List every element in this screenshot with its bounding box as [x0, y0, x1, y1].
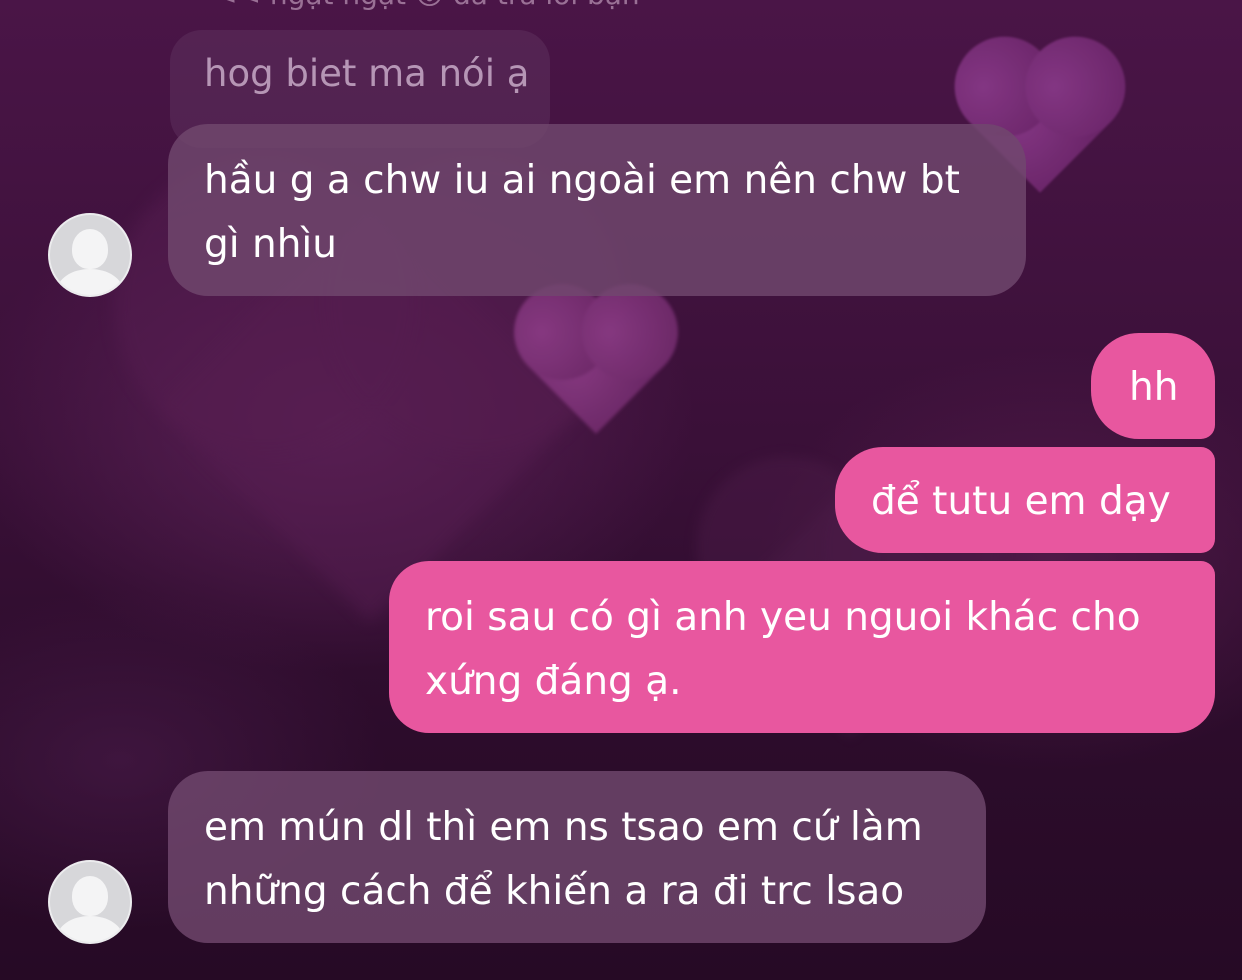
message-text-line: hầu g a chw iu ai ngoài em nên chw bt	[204, 158, 960, 203]
message-text-line: em mún dl thì em ns tsao em cứ làm	[204, 805, 923, 850]
message-text-line: xứng đáng ạ.	[425, 659, 682, 704]
message-text-line: hh	[1129, 365, 1179, 410]
message-text-line: để tutu em dạy	[871, 479, 1171, 524]
received-message-bubble[interactable]: hầu g a chw iu ai ngoài em nên chw bt gì…	[168, 124, 1026, 296]
message-text-line: gì nhìu	[204, 222, 337, 267]
sent-message-bubble[interactable]: để tutu em dạy	[835, 447, 1215, 553]
message-text-line: roi sau có gì anh yeu nguoi khác cho	[425, 595, 1141, 640]
sent-message-bubble[interactable]: hh	[1091, 333, 1215, 439]
received-message-bubble[interactable]: em mún dl thì em ns tsao em cứ làm những…	[168, 771, 986, 943]
sender-avatar-icon[interactable]	[48, 860, 132, 944]
message-text-line: những cách để khiến a ra đi trc lsao	[204, 869, 905, 914]
reply-preview-label: << ngạt ngạt 😮 đã trả lời bạn	[214, 0, 640, 11]
sender-avatar-icon[interactable]	[48, 213, 132, 297]
sent-message-bubble[interactable]: roi sau có gì anh yeu nguoi khác cho xứn…	[389, 561, 1215, 733]
